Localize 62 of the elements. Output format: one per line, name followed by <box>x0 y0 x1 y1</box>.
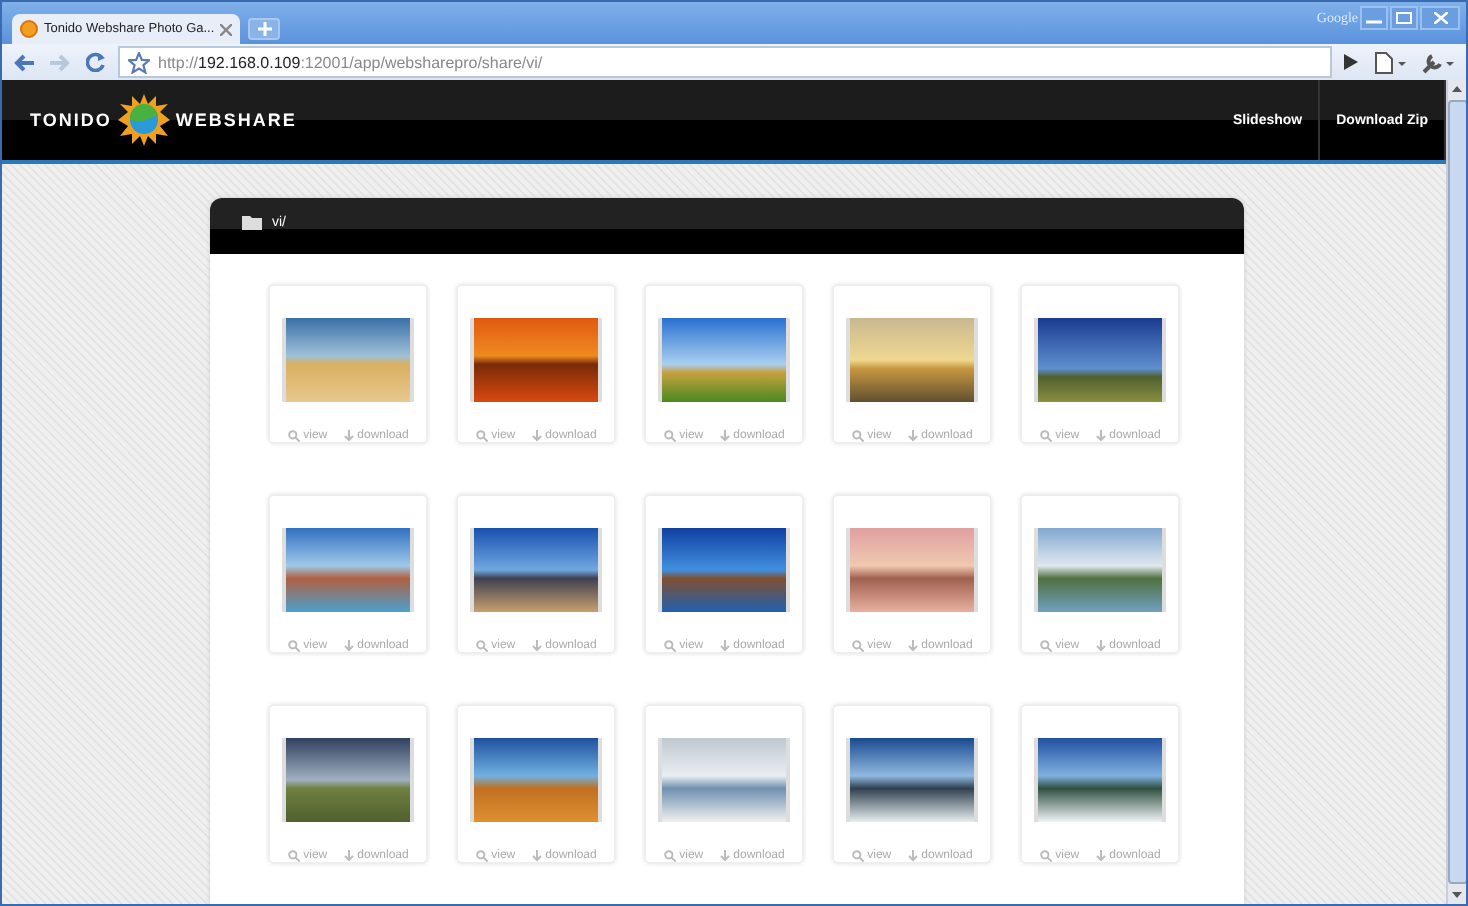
reload-icon[interactable] <box>82 48 110 76</box>
search-icon <box>663 640 676 652</box>
address-field[interactable]: http://192.168.0.109:12001/app/websharepro/share/vi/ <box>118 46 1332 78</box>
search-icon <box>287 850 300 862</box>
photo-placeholder[interactable] <box>470 528 602 612</box>
photo-placeholder[interactable] <box>1034 528 1166 612</box>
photo-placeholder[interactable] <box>658 528 790 612</box>
down-arrow-icon <box>719 430 730 442</box>
photo-placeholder[interactable] <box>658 318 790 402</box>
play-icon[interactable] <box>1340 48 1362 76</box>
photo-placeholder[interactable] <box>282 318 414 402</box>
down-arrow-icon <box>907 640 918 652</box>
page-menu-icon[interactable] <box>1370 48 1410 76</box>
maximize-icon[interactable] <box>1390 6 1418 30</box>
new-tab-button[interactable] <box>248 18 281 40</box>
down-arrow-icon <box>343 430 354 442</box>
search-icon <box>475 850 488 862</box>
close-icon[interactable] <box>220 23 233 35</box>
photo-placeholder[interactable] <box>1034 738 1166 822</box>
scrollbar[interactable] <box>1446 80 1466 904</box>
search-icon <box>663 850 676 862</box>
down-arrow-icon <box>719 640 730 652</box>
down-arrow-icon <box>531 850 542 862</box>
search-icon <box>287 430 300 442</box>
search-icon <box>851 640 864 652</box>
search-icon <box>475 430 488 442</box>
search-icon <box>475 640 488 652</box>
logo-text: TONIDO <box>30 110 112 130</box>
close-icon[interactable] <box>1420 6 1460 30</box>
photo-placeholder[interactable] <box>282 738 414 822</box>
down-arrow-icon <box>1095 850 1106 862</box>
photo-placeholder[interactable] <box>846 528 978 612</box>
search-icon <box>1039 850 1052 862</box>
photo-placeholder[interactable] <box>470 318 602 402</box>
search-icon <box>851 430 864 442</box>
sun-icon <box>20 20 38 38</box>
down-arrow-icon <box>907 850 918 862</box>
logo-text: WEBSHARE <box>175 110 297 130</box>
down-arrow-icon <box>1095 640 1106 652</box>
search-icon <box>1039 640 1052 652</box>
scroll-up-icon[interactable] <box>1452 86 1462 92</box>
search-icon <box>663 430 676 442</box>
sun-globe-icon <box>117 94 170 146</box>
search-icon <box>851 850 864 862</box>
scroll-down-icon[interactable] <box>1452 892 1462 898</box>
down-arrow-icon <box>719 850 730 862</box>
photo-placeholder[interactable] <box>470 738 602 822</box>
down-arrow-icon <box>531 430 542 442</box>
photo-placeholder[interactable] <box>846 738 978 822</box>
minimize-icon[interactable] <box>1360 6 1388 30</box>
search-icon <box>1039 430 1052 442</box>
photo-placeholder[interactable] <box>846 318 978 402</box>
folder-icon <box>242 214 264 230</box>
search-icon <box>287 640 300 652</box>
down-arrow-icon <box>343 640 354 652</box>
star-icon[interactable] <box>128 51 150 73</box>
down-arrow-icon <box>907 430 918 442</box>
down-arrow-icon <box>1095 430 1106 442</box>
down-arrow-icon <box>343 850 354 862</box>
down-arrow-icon <box>531 640 542 652</box>
photo-placeholder[interactable] <box>1034 318 1166 402</box>
photo-placeholder[interactable] <box>282 528 414 612</box>
